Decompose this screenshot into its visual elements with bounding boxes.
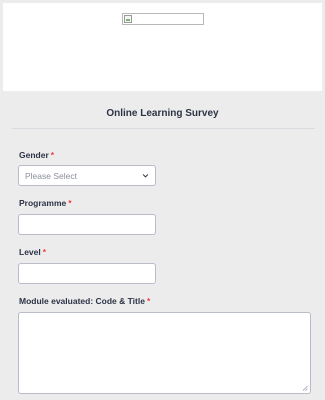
title-divider bbox=[12, 128, 315, 129]
resize-handle-icon[interactable] bbox=[302, 385, 308, 391]
level-label: Level * bbox=[19, 247, 46, 257]
module-label-text: Module evaluated: Code & Title bbox=[19, 296, 145, 306]
module-textarea[interactable] bbox=[18, 312, 311, 394]
programme-label-text: Programme bbox=[19, 198, 67, 208]
required-mark: * bbox=[146, 296, 151, 306]
programme-label: Programme * bbox=[19, 198, 72, 208]
broken-image-icon bbox=[124, 15, 132, 23]
module-label: Module evaluated: Code & Title * bbox=[19, 296, 150, 306]
programme-input[interactable] bbox=[18, 214, 156, 235]
required-mark: * bbox=[50, 150, 55, 160]
form-title: Online Learning Survey bbox=[106, 108, 219, 119]
gender-select[interactable]: Please Select bbox=[18, 165, 156, 186]
gender-label: Gender * bbox=[19, 150, 54, 160]
level-input[interactable] bbox=[18, 263, 156, 284]
gender-label-text: Gender bbox=[19, 150, 49, 160]
chevron-down-icon bbox=[142, 174, 149, 178]
gender-select-value: Please Select bbox=[25, 171, 77, 181]
required-mark: * bbox=[68, 198, 72, 208]
level-label-text: Level bbox=[19, 247, 41, 257]
header-logo-image bbox=[122, 13, 204, 25]
required-mark: * bbox=[42, 247, 47, 257]
